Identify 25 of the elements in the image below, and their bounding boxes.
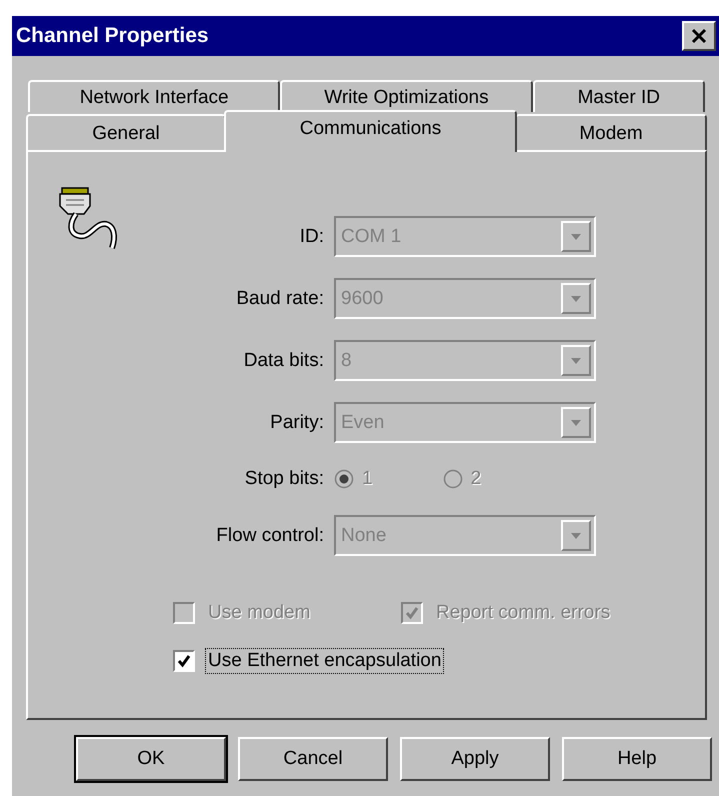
dialog-button[interactable]: Cancel xyxy=(238,737,388,781)
tab[interactable]: General xyxy=(26,114,226,150)
dialog-button[interactable]: OK xyxy=(76,737,226,781)
field-label: Flow control: xyxy=(215,524,324,546)
tab[interactable]: Communications xyxy=(224,110,517,152)
close-button[interactable] xyxy=(682,21,716,51)
tab[interactable]: Network Interface xyxy=(28,80,280,112)
dropdown-arrow-icon xyxy=(570,356,582,364)
close-icon xyxy=(690,27,708,45)
field-label: Data bits: xyxy=(242,350,324,372)
tab[interactable]: Write Optimizations xyxy=(280,80,533,112)
dropdown-arrow-icon xyxy=(570,532,582,540)
field-label: Stop bits: xyxy=(244,468,324,490)
checkbox[interactable]: Use Ethernet encapsulation xyxy=(173,648,661,674)
window-title: Channel Properties xyxy=(16,24,209,48)
tab[interactable]: Master ID xyxy=(532,80,705,112)
dropdown-arrow-icon xyxy=(570,232,582,240)
dropdown-arrow-icon xyxy=(570,294,582,302)
dropdown-arrow-icon xyxy=(570,418,582,426)
tab[interactable]: Modem xyxy=(515,114,707,150)
dialog-button[interactable]: Apply xyxy=(400,737,550,781)
field-label: Parity: xyxy=(269,412,324,434)
field-label: Baud rate: xyxy=(235,288,324,310)
field-label: ID: xyxy=(298,226,324,248)
dialog-button[interactable]: Help xyxy=(562,737,712,781)
